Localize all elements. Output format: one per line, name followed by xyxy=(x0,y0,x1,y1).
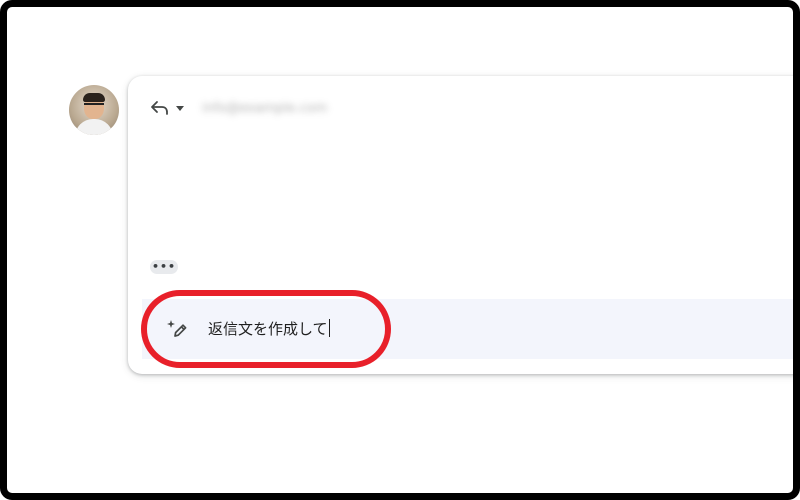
text-caret xyxy=(328,319,330,337)
sparkle-pencil-icon xyxy=(166,319,188,343)
reply-arrow-icon[interactable] xyxy=(150,100,170,116)
chevron-down-icon[interactable] xyxy=(176,105,184,111)
avatar-hair xyxy=(83,93,105,102)
ai-prompt-value: 返信文を作成して xyxy=(208,320,328,338)
ai-prompt-input[interactable]: 返信文を作成して xyxy=(208,318,330,340)
reply-header: info@example.com xyxy=(150,98,327,118)
sender-avatar[interactable] xyxy=(69,85,119,135)
window-frame: info@example.com ••• 返信文を作成して xyxy=(0,0,800,500)
show-trimmed-content-button[interactable]: ••• xyxy=(150,260,178,274)
avatar-body xyxy=(75,119,113,135)
avatar-glasses xyxy=(84,103,104,110)
reply-compose-card: info@example.com ••• 返信文を作成して xyxy=(128,76,793,374)
ai-prompt-bar[interactable]: 返信文を作成して xyxy=(142,299,793,359)
recipient-address[interactable]: info@example.com xyxy=(202,101,327,116)
